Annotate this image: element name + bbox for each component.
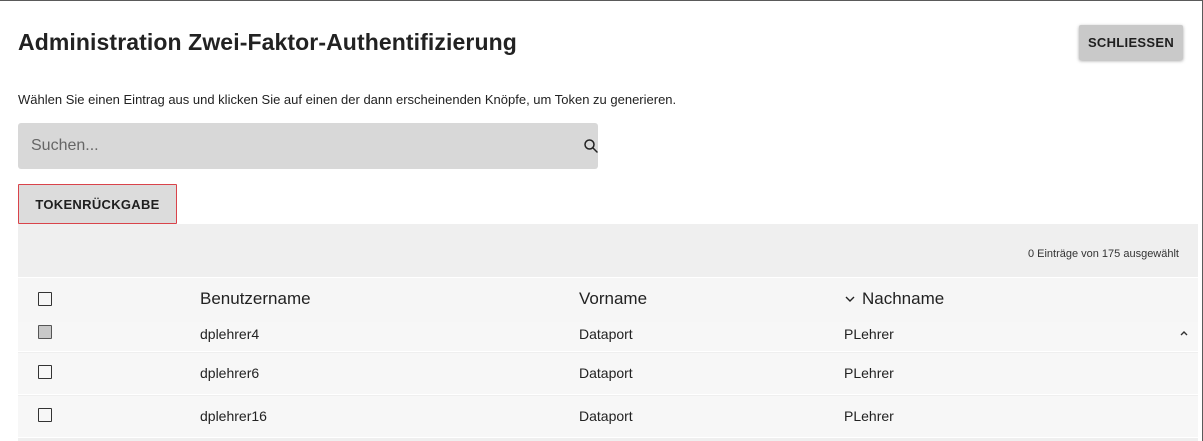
selection-summary: 0 Einträge von 175 ausgewählt (1027, 248, 1179, 260)
cell-username: dplehrer16 (200, 408, 267, 424)
two-factor-admin-dialog: Administration Zwei-Faktor-Authentifizie… (0, 0, 1203, 441)
row-checkbox[interactable] (38, 325, 52, 339)
table-row[interactable]: dplehrer6 Dataport PLehrer (18, 353, 1198, 395)
token-return-button[interactable]: TOKENRÜCKGABE (18, 184, 177, 224)
search-box (18, 123, 598, 169)
chevron-up-icon[interactable] (1178, 327, 1190, 339)
search-icon[interactable] (583, 138, 599, 154)
close-button[interactable]: SCHLIESSEN (1079, 25, 1183, 60)
table-row[interactable]: dplehrer16 Dataport PLehrer (18, 396, 1198, 438)
cell-first-name: Dataport (579, 326, 633, 342)
cell-first-name: Dataport (579, 408, 633, 424)
cell-username: dplehrer6 (200, 365, 260, 381)
column-header-last-name-label: Nachname (862, 289, 945, 308)
column-header-first-name[interactable]: Vorname (579, 289, 647, 309)
cell-first-name: Dataport (579, 365, 633, 381)
dialog-border-top (0, 0, 1203, 1)
cell-username: dplehrer4 (200, 326, 260, 342)
select-all-checkbox[interactable] (38, 292, 52, 306)
user-table: 0 Einträge von 175 ausgewählt Benutzerna… (18, 224, 1198, 441)
column-header-username[interactable]: Benutzername (200, 289, 311, 309)
row-checkbox[interactable] (38, 408, 52, 422)
table-body: dplehrer4 Dataport PLehrer dplehrer6 Dat… (18, 322, 1198, 441)
page-title: Administration Zwei-Faktor-Authentifizie… (18, 29, 517, 55)
chevron-down-icon (845, 296, 855, 302)
table-row[interactable]: dplehrer4 Dataport PLehrer (18, 322, 1198, 352)
row-checkbox[interactable] (38, 365, 52, 379)
cell-last-name: PLehrer (844, 326, 894, 342)
column-header-last-name[interactable]: Nachname (844, 289, 944, 309)
cell-last-name: PLehrer (844, 408, 894, 424)
table-header-row: Benutzername Vorname Nachname (18, 277, 1198, 322)
cell-last-name: PLehrer (844, 365, 894, 381)
search-input[interactable] (18, 123, 558, 169)
instructions-text: Wählen Sie einen Eintrag aus und klicken… (18, 92, 677, 107)
